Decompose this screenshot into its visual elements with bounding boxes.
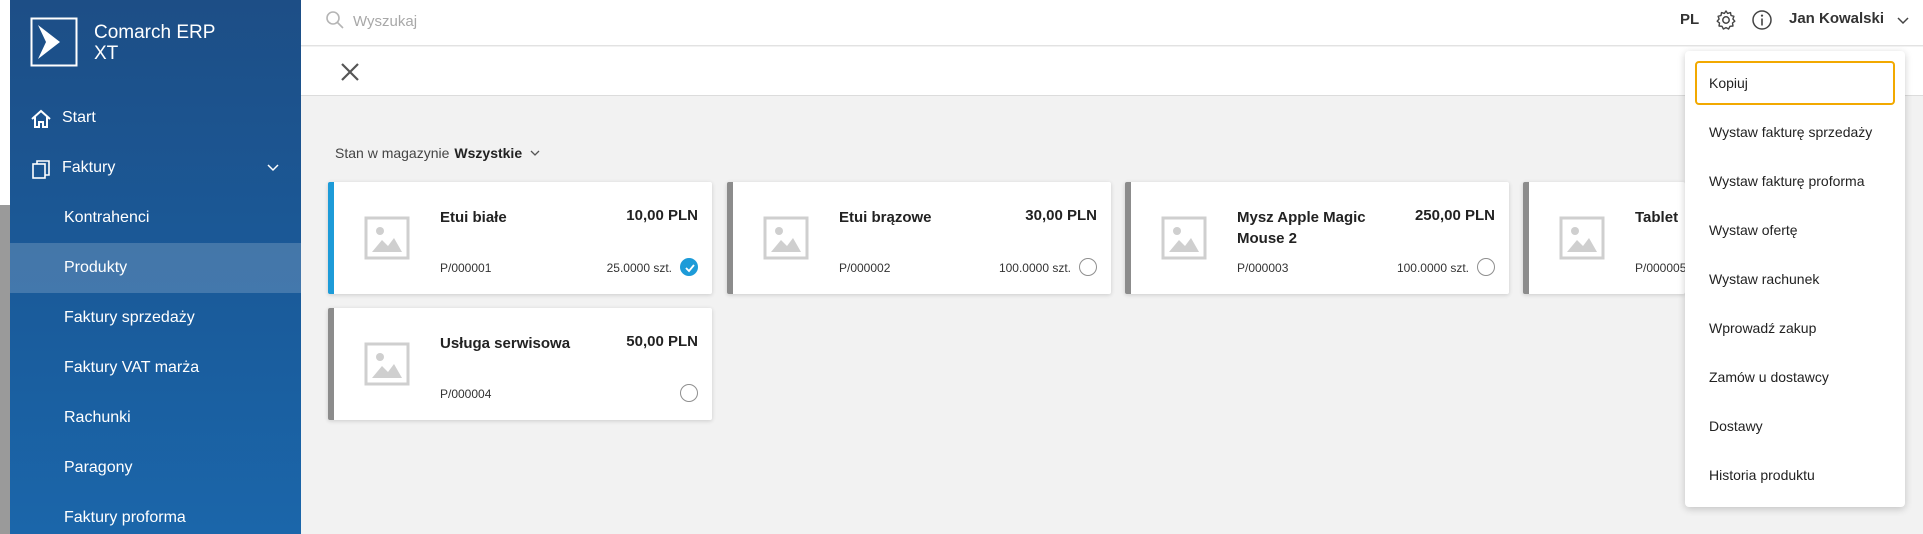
select-checkbox[interactable] xyxy=(1079,258,1097,276)
image-placeholder-icon xyxy=(1559,216,1605,260)
user-menu[interactable]: Jan Kowalski xyxy=(1789,10,1884,27)
top-bar: PL Jan Kowalski xyxy=(301,0,1923,46)
sidebar-item-label: Faktury xyxy=(62,159,116,176)
check-icon xyxy=(685,264,695,273)
sidebar-item-faktury[interactable]: Faktury xyxy=(10,143,301,193)
sidebar-item-produkty[interactable]: Produkty xyxy=(10,243,301,293)
search-input[interactable] xyxy=(353,10,853,32)
product-card[interactable]: Usługa serwisowa 50,00 PLN P/000004 xyxy=(328,308,712,420)
product-card[interactable]: Etui białe 10,00 PLN P/000001 25.0000 sz… xyxy=(328,182,712,294)
product-price: 30,00 PLN xyxy=(1025,207,1097,224)
sidebar-item-faktury-proforma[interactable]: Faktury proforma xyxy=(10,493,301,534)
sidebar-item-start[interactable]: Start xyxy=(10,93,301,143)
chevron-down-icon[interactable] xyxy=(529,147,541,159)
menu-item-wystaw-fakture-proforma[interactable]: Wystaw fakturę proforma xyxy=(1695,159,1895,203)
language-switcher[interactable]: PL xyxy=(1680,11,1699,28)
brand-line-2: XT xyxy=(94,43,119,64)
product-price: 250,00 PLN xyxy=(1414,207,1495,224)
product-name: Etui białe xyxy=(440,209,507,226)
product-card[interactable]: Etui brązowe 30,00 PLN P/000002 100.0000… xyxy=(727,182,1111,294)
product-name: Etui brązowe xyxy=(839,209,932,226)
product-code: P/000002 xyxy=(839,261,891,275)
sidebar-item-label: Produkty xyxy=(64,259,128,276)
image-placeholder-icon xyxy=(763,216,809,260)
menu-item-wystaw-fakture-sprzedazy[interactable]: Wystaw fakturę sprzedaży xyxy=(1695,110,1895,154)
product-name: Usługa serwisowa xyxy=(440,335,571,352)
menu-item-wystaw-rachunek[interactable]: Wystaw rachunek xyxy=(1695,257,1895,301)
filter-value[interactable]: Wszystkie xyxy=(454,145,522,161)
product-price: 50,00 PLN xyxy=(626,333,698,350)
info-icon[interactable] xyxy=(1751,9,1773,31)
page-scrollbar[interactable] xyxy=(0,0,10,534)
sidebar-item-label: Start xyxy=(62,109,96,126)
product-card[interactable]: Mysz Apple Magic Mouse 2 250,00 PLN P/00… xyxy=(1125,182,1509,294)
select-checkbox[interactable] xyxy=(680,258,698,276)
sidebar-item-label: Faktury sprzedaży xyxy=(64,309,195,326)
product-code: P/000001 xyxy=(440,261,492,275)
stock-filter[interactable]: Stan w magazynie Wszystkie xyxy=(335,145,541,161)
sidebar-item-label: Faktury VAT marża xyxy=(64,359,200,376)
menu-item-dostawy[interactable]: Dostawy xyxy=(1695,404,1895,448)
product-name: Mysz Apple Magic Mouse 2 xyxy=(1237,209,1366,247)
home-icon xyxy=(31,109,51,128)
product-price: 10,00 PLN xyxy=(626,207,698,224)
product-card[interactable]: Tablet P/000005 xyxy=(1523,182,1687,294)
product-stock: 100.0000 szt. xyxy=(1396,261,1469,275)
sidebar: Comarch ERP XT Start Faktury Kontrahenci… xyxy=(10,0,301,534)
image-placeholder-icon xyxy=(1161,216,1207,260)
gear-icon[interactable] xyxy=(1715,9,1737,31)
menu-item-zamow-u-dostawcy[interactable]: Zamów u dostawcy xyxy=(1695,355,1895,399)
brand-line-1: Comarch ERP xyxy=(94,22,216,43)
product-code: P/000004 xyxy=(440,387,492,401)
chevron-down-icon[interactable] xyxy=(1895,12,1911,28)
search-icon xyxy=(326,11,344,29)
sidebar-item-label: Faktury proforma xyxy=(64,509,186,526)
sidebar-item-faktury-sprzedazy[interactable]: Faktury sprzedaży xyxy=(10,293,301,343)
filter-label: Stan w magazynie xyxy=(335,145,450,161)
close-icon[interactable] xyxy=(338,60,362,84)
image-placeholder-icon xyxy=(364,216,410,260)
menu-item-kopiuj[interactable]: Kopiuj xyxy=(1695,61,1895,105)
chevron-down-icon[interactable] xyxy=(265,159,281,175)
documents-icon xyxy=(32,160,50,179)
sidebar-item-paragony[interactable]: Paragony xyxy=(10,443,301,493)
select-checkbox[interactable] xyxy=(1477,258,1495,276)
product-stock: 100.0000 szt. xyxy=(998,261,1071,275)
sidebar-item-label: Kontrahenci xyxy=(64,209,150,226)
image-placeholder-icon xyxy=(364,342,410,386)
context-menu: Kopiuj Wystaw fakturę sprzedaży Wystaw f… xyxy=(1685,51,1905,507)
menu-item-historia-produktu[interactable]: Historia produktu xyxy=(1695,453,1895,497)
brand-name: Comarch ERP XT xyxy=(94,22,215,64)
scrollbar-thumb[interactable] xyxy=(0,205,10,534)
product-code: P/000005 xyxy=(1635,261,1687,275)
product-stock: 25.0000 szt. xyxy=(606,261,672,275)
action-bar xyxy=(301,47,1923,96)
sidebar-item-faktury-vat-marza[interactable]: Faktury VAT marża xyxy=(10,343,301,393)
sidebar-item-label: Paragony xyxy=(64,459,133,476)
comarch-logo-icon xyxy=(30,17,78,67)
sidebar-item-rachunki[interactable]: Rachunki xyxy=(10,393,301,443)
product-code: P/000003 xyxy=(1237,261,1289,275)
menu-item-wprowadz-zakup[interactable]: Wprowadź zakup xyxy=(1695,306,1895,350)
sidebar-item-label: Rachunki xyxy=(64,409,131,426)
menu-item-wystaw-oferte[interactable]: Wystaw ofertę xyxy=(1695,208,1895,252)
select-checkbox[interactable] xyxy=(680,384,698,402)
sidebar-item-kontrahenci[interactable]: Kontrahenci xyxy=(10,193,301,243)
